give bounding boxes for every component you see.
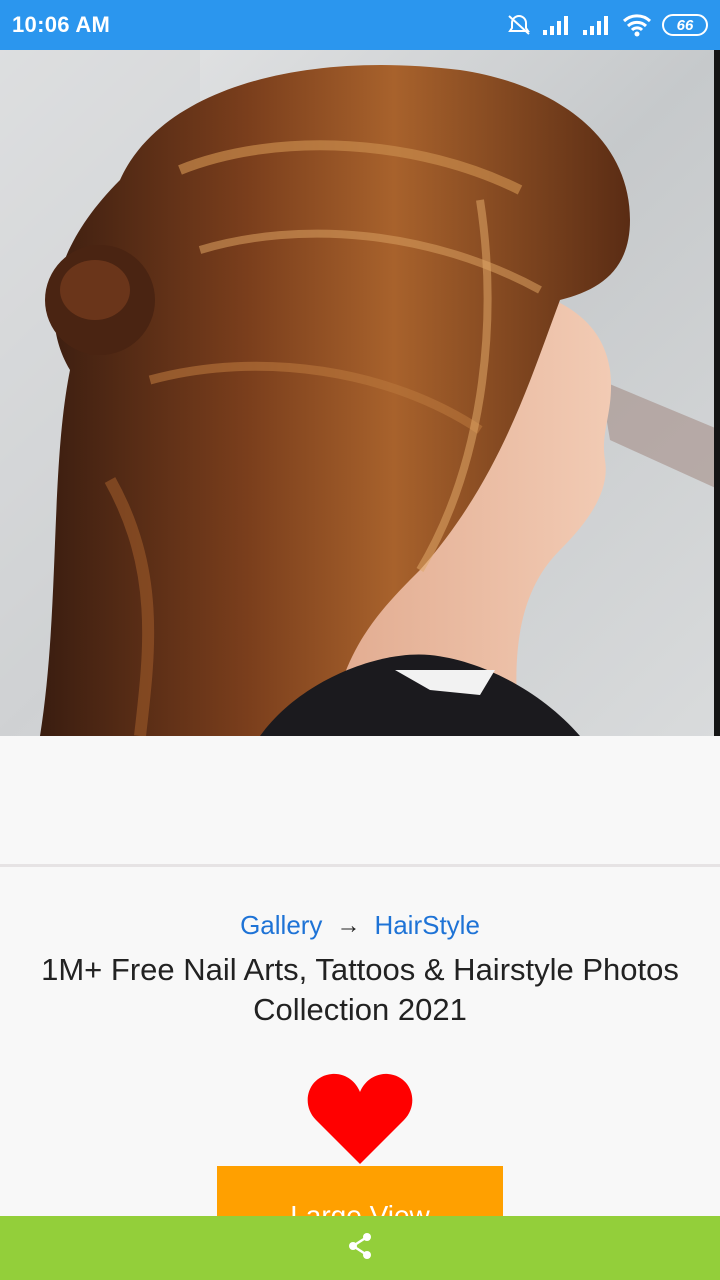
breadcrumb-category-link[interactable]: HairStyle [374, 910, 479, 941]
breadcrumb: Gallery → HairStyle [0, 910, 720, 941]
breadcrumb-gallery-link[interactable]: Gallery [240, 910, 322, 941]
screen: 10:06 AM 66 Gallery → HairStyle 1M+ Free… [0, 0, 720, 1280]
breadcrumb-arrow: → [336, 911, 361, 939]
wifi-icon [622, 13, 652, 37]
status-icons: 66 [506, 13, 708, 37]
share-icon[interactable] [345, 1231, 375, 1266]
ad-area [0, 736, 720, 864]
page-title: 1M+ Free Nail Arts, Tattoos & Hairstyle … [41, 952, 679, 1027]
signal-icon [542, 14, 572, 36]
bottom-bar [0, 1216, 720, 1280]
divider [0, 864, 720, 867]
battery-icon: 66 [662, 14, 708, 36]
status-bar: 10:06 AM 66 [0, 0, 720, 50]
alarm-off-icon [506, 13, 532, 37]
hairstyle-photo[interactable] [0, 50, 720, 736]
status-time: 10:06 AM [12, 12, 111, 37]
signal-icon [582, 14, 612, 36]
heart-icon[interactable] [306, 1068, 414, 1168]
